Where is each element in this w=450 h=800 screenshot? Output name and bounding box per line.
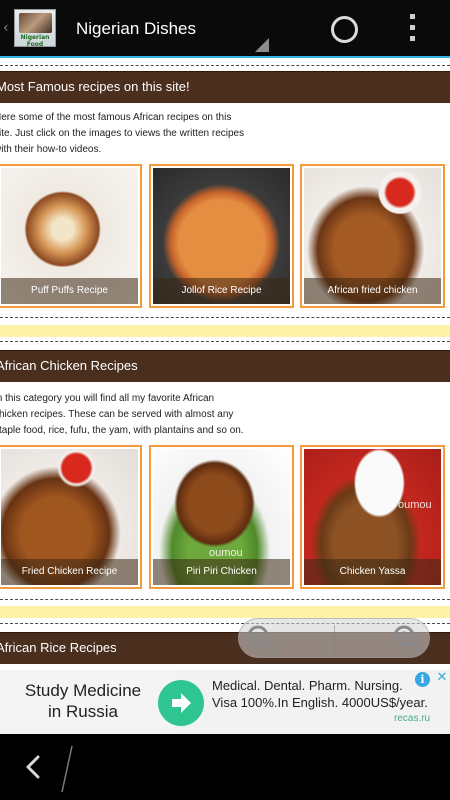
divider	[0, 317, 450, 318]
app-icon-photo	[19, 13, 52, 33]
ad-body: Medical. Dental. Pharm. Nursing. Visa 10…	[212, 678, 428, 710]
divider	[0, 65, 450, 66]
divider	[0, 599, 450, 600]
nav-separator-icon	[61, 745, 73, 793]
overflow-menu-icon[interactable]	[410, 14, 418, 44]
recipe-card[interactable]: Puff Puffs Recipe	[0, 164, 142, 308]
ad-open-button[interactable]	[158, 680, 204, 726]
divider	[0, 341, 450, 342]
divider-band	[0, 325, 450, 337]
recipe-caption: Fried Chicken Recipe	[1, 559, 138, 585]
section-intro: In this category you will find all my fa…	[0, 393, 244, 436]
ad-domain[interactable]: recas.ru	[394, 713, 430, 724]
dropdown-indicator-icon[interactable]	[255, 38, 269, 52]
zoom-controls	[238, 618, 430, 658]
recipe-caption: Jollof Rice Recipe	[153, 278, 290, 304]
back-icon[interactable]	[20, 752, 48, 782]
recipe-card[interactable]: oumou Chicken Yassa	[300, 445, 445, 589]
recipe-card[interactable]: Fried Chicken Recipe	[0, 445, 142, 589]
section-header: African Chicken Recipes	[0, 350, 450, 382]
divider-band	[0, 606, 450, 618]
section-intro: Here some of the most famous African rec…	[0, 112, 245, 155]
up-caret-icon[interactable]: ‹	[3, 20, 9, 36]
recipe-card[interactable]: oumou Piri Piri Chicken	[149, 445, 294, 589]
recipe-caption: Puff Puffs Recipe	[1, 278, 138, 304]
action-bar: ‹ Nigerian Food Recipes Nigerian Dishes	[0, 0, 450, 58]
photo-watermark: oumou	[209, 547, 243, 559]
section-title: African Chicken Recipes	[0, 358, 138, 373]
app-icon-label: Nigerian Food Recipes	[20, 34, 50, 47]
ad-banner[interactable]: Study Medicine in Russia Medical. Dental…	[0, 670, 450, 734]
zoom-out-icon[interactable]	[245, 623, 277, 655]
navigation-bar	[0, 734, 450, 800]
ad-close-icon[interactable]: ✕	[435, 670, 449, 686]
section-title: African Rice Recipes	[0, 640, 117, 655]
recipe-caption: Piri Piri Chicken	[153, 559, 290, 585]
zoom-divider	[334, 625, 335, 653]
loading-spinner-icon	[331, 16, 358, 43]
zoom-in-icon[interactable]	[391, 623, 423, 655]
photo-watermark: oumou	[398, 499, 432, 511]
web-content[interactable]: Most Famous recipes on this site! Here s…	[0, 58, 450, 670]
arrow-right-icon	[172, 693, 191, 713]
recipe-caption: Chicken Yassa	[304, 559, 441, 585]
recipe-card[interactable]: Jollof Rice Recipe	[149, 164, 294, 308]
ad-info-icon[interactable]: i	[415, 672, 430, 687]
ad-headline: Study Medicine in Russia	[24, 681, 142, 721]
section-header: Most Famous recipes on this site!	[0, 71, 450, 103]
recipe-caption: African fried chicken	[304, 278, 441, 304]
app-title: Nigerian Dishes	[76, 19, 196, 38]
section-title: Most Famous recipes on this site!	[0, 79, 190, 94]
recipe-card[interactable]: African fried chicken	[300, 164, 445, 308]
app-icon[interactable]: Nigerian Food Recipes	[14, 9, 56, 47]
